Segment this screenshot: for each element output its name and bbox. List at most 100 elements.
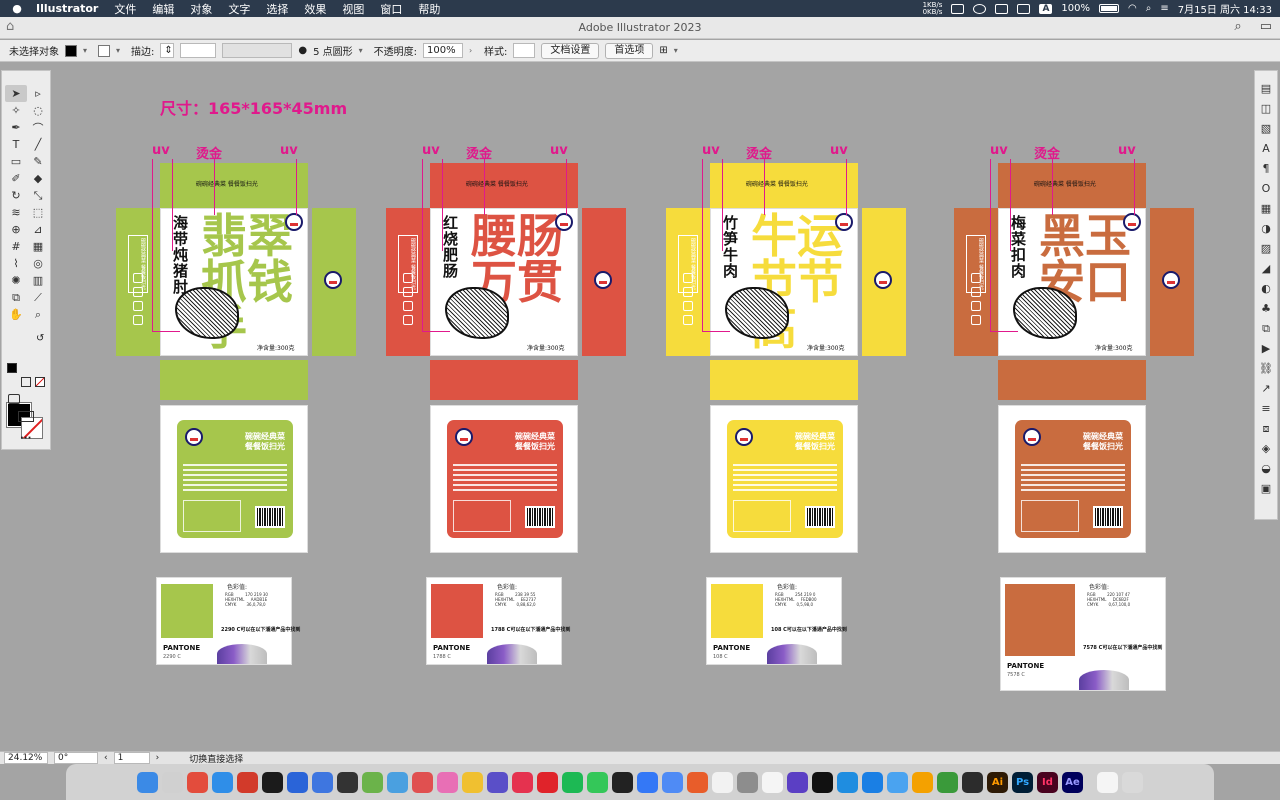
safari-icon[interactable] [212,771,233,793]
paragraph-icon[interactable]: ¶ [1258,161,1274,176]
clock[interactable]: 7月15日 周六 14:33 [1178,1,1272,16]
magic-wand-icon[interactable]: ✧ [5,102,27,119]
qq-icon[interactable] [612,771,633,793]
hand-tool-icon[interactable]: ✋ [5,306,27,323]
transparency-icon[interactable]: ◐ [1258,281,1274,296]
numbers-icon[interactable] [362,771,383,793]
type-tool-icon[interactable]: T [5,136,27,153]
chevron-down-icon[interactable]: ▾ [674,46,683,55]
display-icon[interactable] [1017,3,1031,14]
chevron-down-icon[interactable]: ▾ [359,46,368,55]
variable-width-dropdown[interactable] [222,43,293,58]
character-icon[interactable]: A [1258,141,1274,156]
launchpad-icon[interactable] [162,771,183,793]
menu-app[interactable]: Illustrator [26,2,106,15]
notes-icon[interactable] [312,771,333,793]
preview-icon[interactable] [887,771,908,793]
prev-artboard-icon[interactable]: ‹ [104,753,108,763]
downloads-icon[interactable] [462,771,483,793]
symbol-sprayer-icon[interactable]: ✺ [5,272,27,289]
swap-icon[interactable]: ↺ [36,333,44,344]
final-cut-icon[interactable] [962,771,983,793]
menu-edit[interactable]: 编辑 [144,1,182,17]
chrome-icon[interactable] [187,771,208,793]
battery-icon[interactable] [1099,4,1119,13]
brush-definition[interactable]: 5 点圆形 [313,43,353,58]
arrange-icon[interactable]: ⊞ [659,45,667,56]
mesh-icon[interactable]: # [5,238,27,255]
status-text[interactable]: 切换直接选择 [189,752,243,765]
properties-icon[interactable]: ▤ [1258,81,1274,96]
lasso-icon[interactable]: ◌ [27,102,49,119]
trash-icon[interactable] [1122,771,1143,793]
swatches-icon[interactable]: ▦ [1258,201,1274,216]
zoom-tool-icon[interactable]: ⌕ [27,306,49,323]
pathfinder-icon[interactable]: ◈ [1258,441,1274,456]
imovie-icon[interactable] [787,771,808,793]
menu-effect[interactable]: 效果 [296,1,334,17]
appstore-icon[interactable] [262,771,283,793]
package-0[interactable]: 碗碗经典菜 餐餐饭扫光碗碗经典菜 餐餐饭扫光翡翠抓钱手海带炖猪肘净含量:300克… [116,143,356,673]
default-colors-icon[interactable] [7,363,17,373]
music-icon[interactable] [512,771,533,793]
artboard-number-input[interactable]: 1 [113,752,150,764]
menu-view[interactable]: 视图 [334,1,372,17]
pdf-icon[interactable] [412,771,433,793]
package-2[interactable]: 碗碗经典菜 餐餐饭扫光碗碗经典菜 餐餐饭扫光牛运节节高竹笋牛肉净含量:300克碗… [666,143,906,673]
panel-layout-icon[interactable]: ▭ [1260,19,1272,34]
menu-object[interactable]: 对象 [182,1,220,17]
artboards-icon[interactable]: ⧉ [1258,321,1274,336]
blend-icon[interactable]: ◎ [27,255,49,272]
links-icon[interactable]: ⛓ [1258,361,1274,376]
search-icon[interactable]: ⌕ [1146,3,1152,14]
document-setup-button[interactable]: 文档设置 [541,42,600,59]
opacity-input[interactable]: 100% [423,43,464,58]
stroke-weight-input[interactable] [180,43,217,58]
teamviewer-icon[interactable] [837,771,858,793]
calendar-icon[interactable] [762,771,783,793]
eraser-icon[interactable]: ◆ [27,170,49,187]
screen-icon[interactable] [995,3,1009,14]
scale-icon[interactable]: ⤡ [27,187,49,204]
style-dropdown[interactable] [513,43,536,58]
asset-export-icon[interactable]: ▣ [1258,481,1274,496]
calculator-icon[interactable] [737,771,758,793]
direct-selection-tool-icon[interactable]: ▹ [27,85,49,102]
rotate-icon[interactable]: ↻ [5,187,27,204]
aftereffects-icon[interactable]: Ae [1062,771,1083,793]
artboard-tool-icon[interactable]: ⧉ [5,289,27,306]
gradient-panel-icon[interactable]: ◢ [1258,261,1274,276]
menu-window[interactable]: 窗口 [372,1,410,17]
stroke-stepper[interactable]: ⇕ [160,43,175,58]
color-guide-icon[interactable]: ▨ [1258,241,1274,256]
selection-tool-icon[interactable]: ➤ [5,85,27,102]
libraries-icon[interactable]: ▧ [1258,121,1274,136]
actions-icon[interactable]: ▶ [1258,341,1274,356]
photos-icon[interactable] [387,771,408,793]
package-3[interactable]: 碗碗经典菜 餐餐饭扫光 碗碗经典菜 餐餐饭扫光 黑玉安口 梅菜扣肉 净含量:300克 碗碗… [954,143,1194,691]
evernote-icon[interactable] [951,3,965,14]
home-icon[interactable]: ⌂ [6,20,20,34]
reminders-icon[interactable] [712,771,733,793]
free-transform-icon[interactable]: ⬚ [27,204,49,221]
tencent-icon[interactable] [662,771,683,793]
color-mode-icon[interactable] [21,377,31,387]
symbols-icon[interactable]: ♣ [1258,301,1274,316]
perspective-icon[interactable]: ⊿ [27,221,49,238]
shape-builder-icon[interactable]: ⊕ [5,221,27,238]
line-tool-icon[interactable]: ╱ [27,136,49,153]
menu-file[interactable]: 文件 [106,1,144,17]
illustrator-icon[interactable]: Ai [987,771,1008,793]
eyedropper-icon[interactable]: ⌇ [5,255,27,272]
menu-type[interactable]: 文字 [220,1,258,17]
gradient-icon[interactable]: ▦ [27,238,49,255]
messages-icon[interactable] [637,771,658,793]
youdao-icon[interactable] [237,771,258,793]
input-method-badge[interactable]: A [1039,3,1053,14]
search-icon[interactable]: ⌕ [1234,19,1241,34]
opentype-icon[interactable]: O [1258,181,1274,196]
chevron-down-icon[interactable]: ▾ [83,46,92,55]
network-speed[interactable]: 1KB/s 0KB/s [923,1,943,16]
zoom-input[interactable]: 24.12% [4,752,48,764]
wechat-icon[interactable] [973,3,987,14]
